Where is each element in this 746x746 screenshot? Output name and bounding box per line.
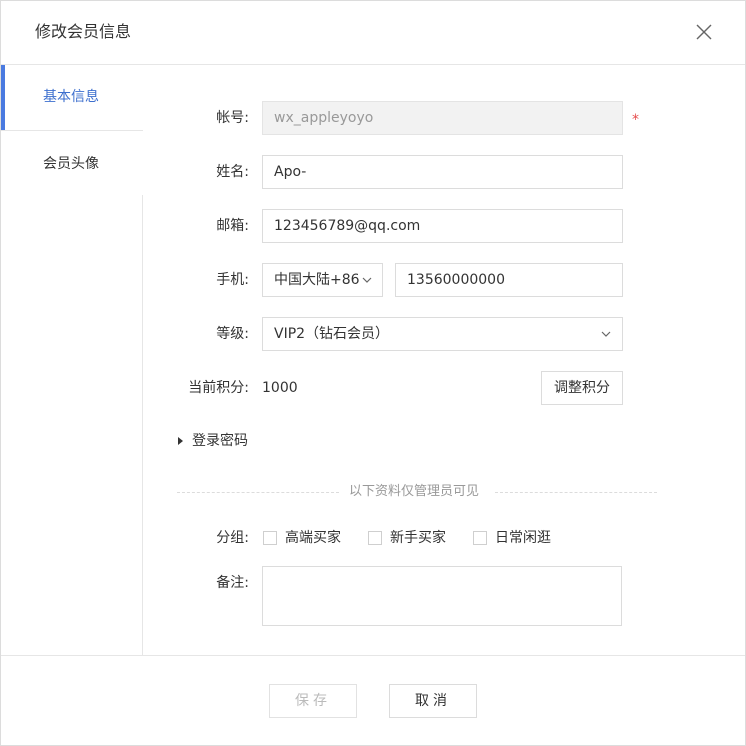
adjust-points-button[interactable]: 调整积分 bbox=[541, 371, 623, 405]
group-option-label: 日常闲逛 bbox=[495, 530, 551, 546]
close-icon-graphic bbox=[696, 24, 712, 40]
phone-label: 手机: bbox=[216, 272, 249, 288]
phone-region-value: 中国大陆+86 bbox=[274, 272, 360, 288]
divider-left bbox=[177, 492, 339, 493]
group-checkbox-casual-browser[interactable] bbox=[473, 531, 487, 545]
points-value: 1000 bbox=[262, 380, 298, 396]
points-label: 当前积分: bbox=[188, 380, 249, 396]
email-label: 邮箱: bbox=[216, 218, 249, 234]
email-field[interactable]: 123456789@qq.com bbox=[262, 209, 623, 243]
dialog-title: 修改会员信息 bbox=[35, 22, 132, 41]
chevron-down-icon bbox=[601, 331, 611, 337]
name-field[interactable]: Apo- bbox=[262, 155, 623, 189]
login-password-toggle[interactable]: 登录密码 bbox=[177, 431, 257, 451]
dialog-footer bbox=[1, 655, 745, 745]
close-icon[interactable] bbox=[694, 22, 714, 42]
account-field: wx_appleyoyo bbox=[262, 101, 623, 135]
group-option-label: 新手买家 bbox=[390, 530, 446, 546]
sidebar-item-basic-info[interactable]: 基本信息 bbox=[1, 65, 144, 130]
phone-number-field[interactable]: 13560000000 bbox=[395, 263, 623, 297]
group-checkbox-new-buyer[interactable] bbox=[368, 531, 382, 545]
group-checkbox-high-end-buyer[interactable] bbox=[263, 531, 277, 545]
edit-member-dialog: 修改会员信息 基本信息 会员头像 帐号: wx_appleyoyo * 姓名: … bbox=[0, 0, 746, 746]
name-label: 姓名: bbox=[216, 164, 249, 180]
account-label: 帐号: bbox=[216, 110, 249, 126]
cancel-button[interactable]: 取消 bbox=[389, 684, 477, 718]
dialog-header: 修改会员信息 bbox=[1, 1, 745, 65]
level-value: VIP2（钻石会员） bbox=[274, 326, 390, 342]
divider-right bbox=[495, 492, 657, 493]
caret-right-icon bbox=[178, 437, 183, 445]
sidebar-item-label: 基本信息 bbox=[43, 89, 99, 105]
level-label: 等级: bbox=[216, 326, 249, 342]
sidebar-item-label: 会员头像 bbox=[43, 156, 99, 172]
group-option-label: 高端买家 bbox=[285, 530, 341, 546]
chevron-down-icon bbox=[362, 277, 372, 283]
level-select[interactable]: VIP2（钻石会员） bbox=[262, 317, 623, 351]
remark-label: 备注: bbox=[216, 575, 249, 591]
sidebar-item-avatar[interactable]: 会员头像 bbox=[1, 130, 143, 195]
save-button[interactable]: 保存 bbox=[269, 684, 357, 718]
login-password-label: 登录密码 bbox=[192, 433, 248, 449]
group-label: 分组: bbox=[216, 530, 249, 546]
sidebar: 基本信息 会员头像 bbox=[1, 65, 144, 655]
active-tab-connector bbox=[142, 65, 144, 130]
admin-only-divider-text: 以下资料仅管理员可见 bbox=[349, 484, 480, 499]
remark-textarea[interactable] bbox=[262, 566, 622, 626]
required-mark: * bbox=[632, 112, 639, 128]
